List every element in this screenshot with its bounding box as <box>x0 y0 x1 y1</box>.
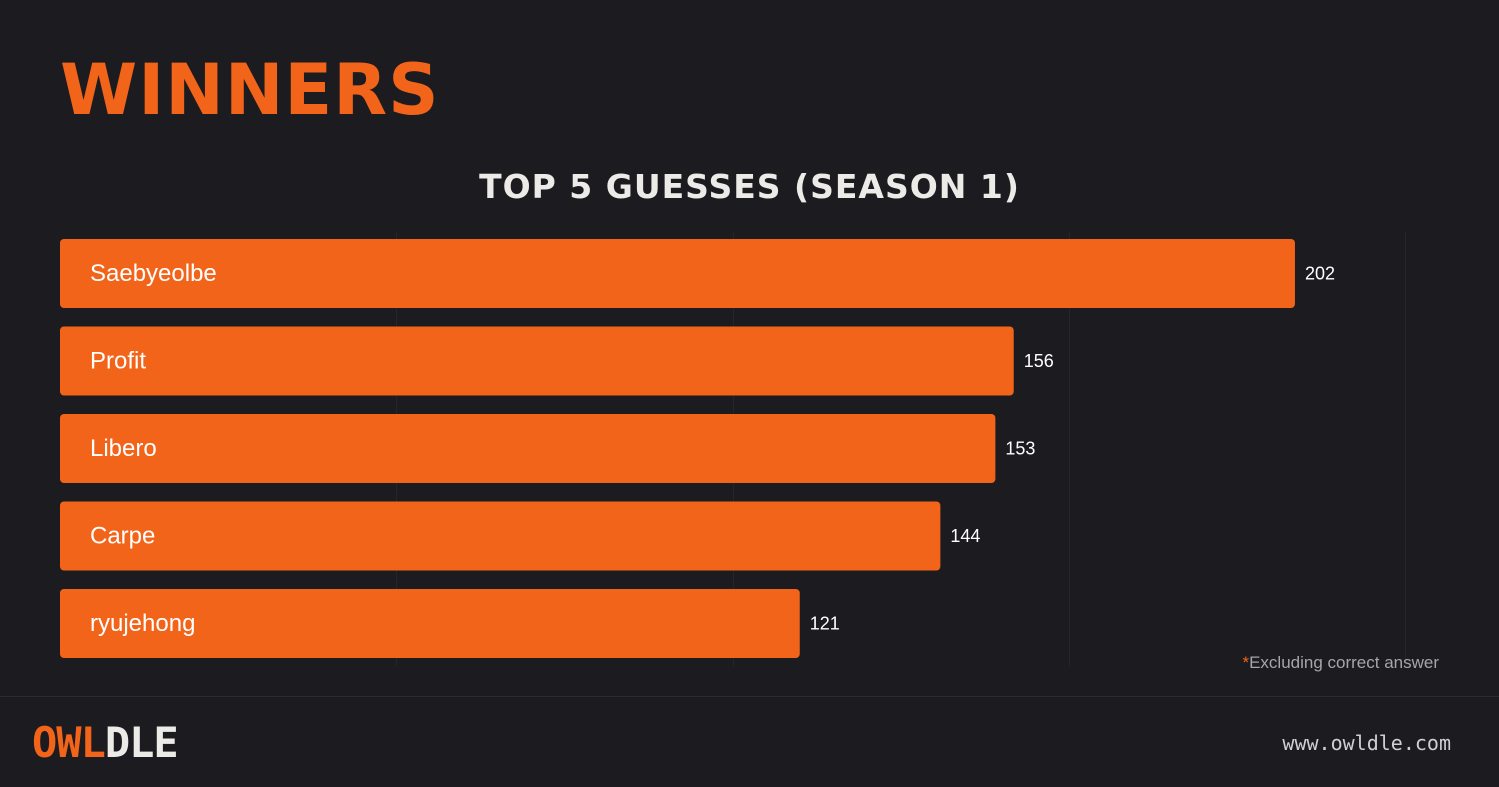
bar-libero <box>60 414 996 483</box>
bar-label: Saebyeolbe <box>90 260 217 287</box>
bar-profit <box>60 326 1014 396</box>
footer: OWLDLE www.owldle.com <box>0 696 1499 787</box>
value-label: 144 <box>950 526 980 546</box>
bars: Saebyeolbe 202 Profit 156 Libero 153 Carpe 144 r… <box>60 239 1335 658</box>
bar-label: ryujehong <box>90 610 195 637</box>
value-label: 121 <box>810 614 840 634</box>
bar-label: Profit <box>90 348 146 375</box>
bar-label: Carpe <box>90 523 155 550</box>
footnote-text: Excluding correct answer <box>1249 653 1439 672</box>
site-url-link[interactable]: www.owldle.com <box>1282 731 1451 755</box>
owldle-logo[interactable]: OWLDLE <box>32 718 179 767</box>
bar-saebyeolbe <box>60 239 1295 308</box>
value-label: 156 <box>1024 351 1054 371</box>
logo-dle-text: DLE <box>104 718 179 767</box>
logo-owl-text: OWL <box>32 718 106 767</box>
value-label: 153 <box>1005 439 1035 459</box>
footnote: *Excluding correct answer <box>1242 653 1439 673</box>
bar-chart: Saebyeolbe 202 Profit 156 Libero 153 Carpe 144 r… <box>60 232 1406 666</box>
bar-carpe <box>60 501 941 571</box>
bar-label: Libero <box>90 435 157 462</box>
value-label: 202 <box>1305 264 1335 284</box>
